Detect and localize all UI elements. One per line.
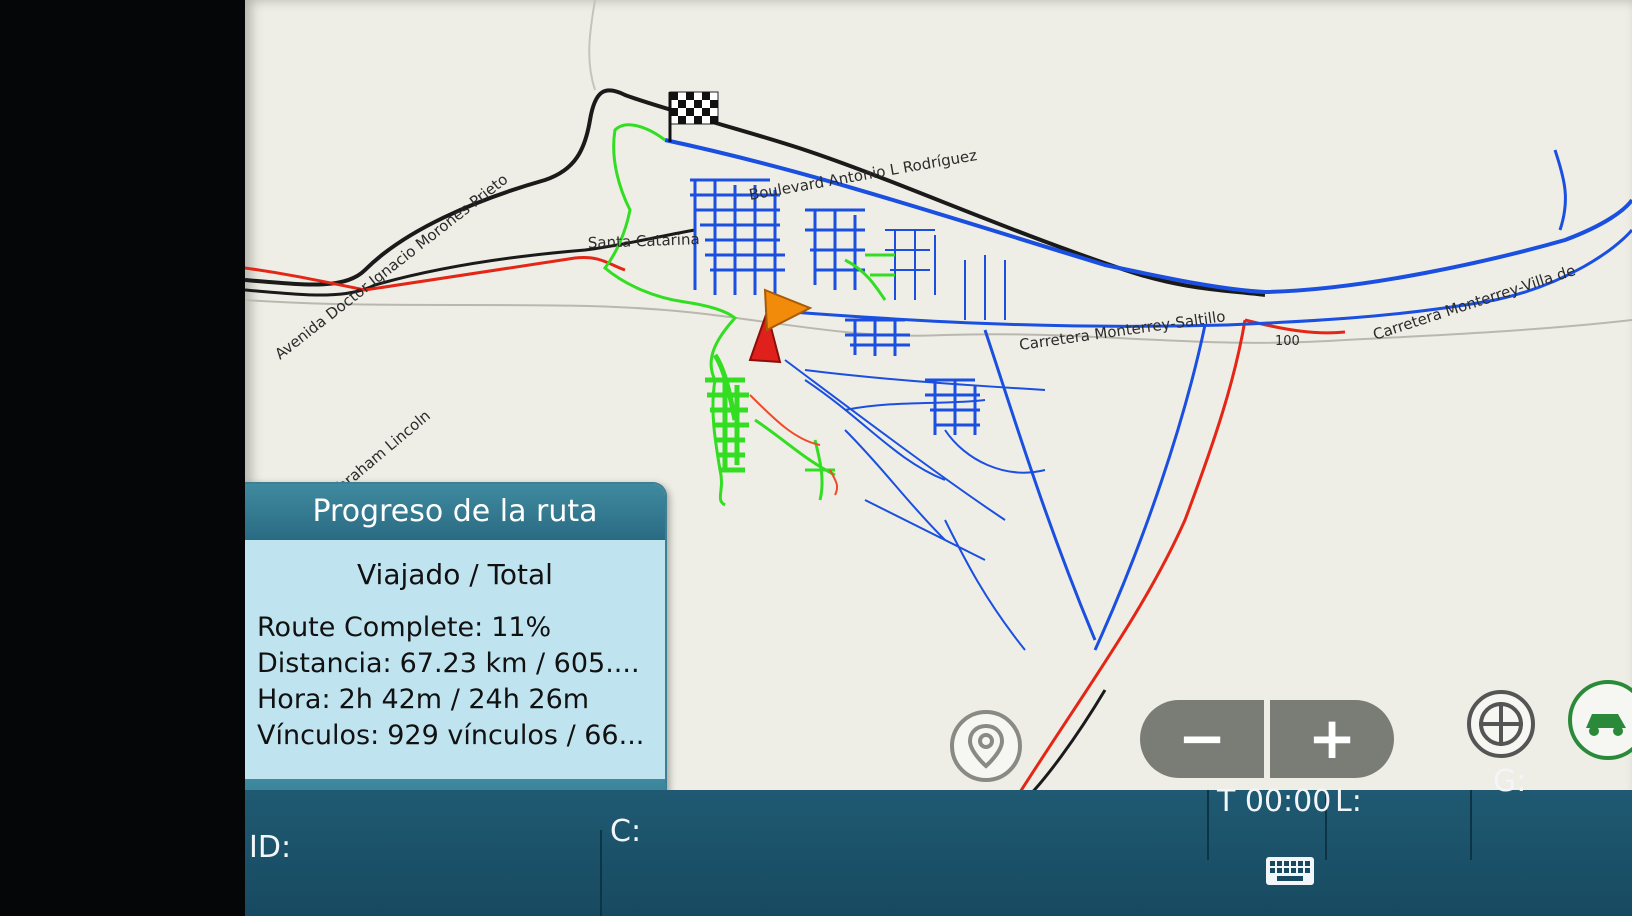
links-stat: Vínculos: 929 vínculos / 66...: [257, 720, 644, 751]
road-label: Boulevard Antonio L Rodríguez: [748, 146, 979, 204]
terrain-line: [588, 0, 596, 91]
stat-value: 2h 42m / 24h 26m: [338, 684, 590, 715]
keyboard-icon[interactable]: [1265, 856, 1315, 886]
stat-value: 929 vínculos / 66...: [387, 720, 645, 751]
road-label: Santa Catarina: [588, 230, 700, 252]
c-label: C:: [610, 814, 642, 849]
navigation-screen: Boulevard Antonio L Rodríguez Santa Cata…: [245, 0, 1632, 916]
route-blue-triangle-e: [1093, 324, 1207, 651]
car-icon: [1586, 714, 1626, 736]
divider: [600, 830, 602, 916]
road-black-3: [1023, 689, 1107, 802]
distance-stat: Distancia: 67.23 km / 605....: [257, 648, 640, 679]
stat-value: 11%: [491, 612, 552, 643]
map-pin-icon: [967, 723, 1005, 769]
route-blue-grid-4: [925, 378, 980, 435]
id-label: ID:: [249, 830, 292, 865]
stat-label: Route Complete:: [257, 612, 484, 643]
crosshair-icon: [1479, 702, 1523, 746]
route-blue-grid-3: [845, 318, 910, 356]
vehicle-view-button[interactable]: [1568, 680, 1632, 760]
divider: [1470, 790, 1472, 860]
status-bar: T 00:00 L: G: ID: C:: [245, 764, 1632, 916]
route-blue-main: [664, 138, 1632, 295]
time-stat: Hora: 2h 42m / 24h 26m: [257, 684, 589, 715]
route-red-spur: [749, 394, 839, 496]
stat-label: Distancia:: [257, 648, 392, 679]
route-blue-far-east: [1553, 149, 1567, 231]
time-readout: T 00:00: [1217, 784, 1332, 819]
checkered-flag-icon: [668, 91, 719, 142]
location-button[interactable]: [950, 710, 1022, 782]
stat-value: 67.23 km / 605....: [399, 648, 640, 679]
route-progress-panel: Progreso de la ruta Viajado / Total Rout…: [245, 482, 667, 841]
route-progress-subtitle: Viajado / Total: [357, 558, 553, 591]
route-blue-triangle-w: [983, 329, 1097, 641]
zoom-in-button[interactable]: +: [1270, 700, 1394, 778]
route-green-city: [844, 253, 895, 301]
route-complete-stat: Route Complete: 11%: [257, 612, 551, 643]
road-label: Carretera Monterrey-Villa de: [1371, 261, 1578, 344]
route-blue-grid-2: [805, 208, 865, 290]
g-label: G:: [1493, 764, 1527, 799]
road-label: 100: [1275, 334, 1300, 349]
route-blue-grid-5: [885, 229, 1006, 320]
center-map-button[interactable]: [1467, 690, 1535, 758]
l-label: L:: [1335, 784, 1362, 819]
divider: [1207, 790, 1209, 860]
route-blue-branch-2: [804, 369, 1046, 474]
stat-label: Vínculos:: [257, 720, 380, 751]
route-green-spur: [754, 418, 836, 501]
zoom-out-button[interactable]: −: [1140, 700, 1264, 778]
road-label: Avenida Doctor Ignacio Morones Prieto: [271, 170, 511, 363]
route-progress-title: Progreso de la ruta: [245, 484, 665, 540]
road-label: Carretera Monterrey-Saltillo: [1018, 307, 1227, 354]
stat-label: Hora:: [257, 684, 331, 715]
